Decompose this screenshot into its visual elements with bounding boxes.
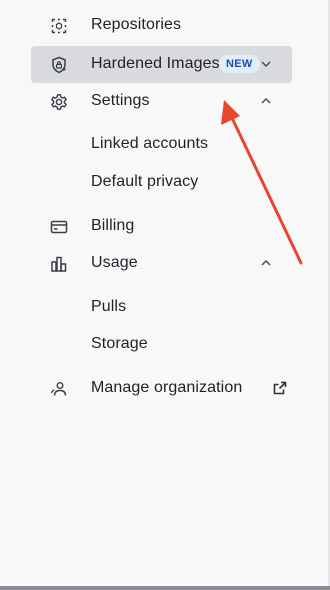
credit-card-icon <box>49 217 69 237</box>
sidebar-item-label: Pulls <box>91 298 127 315</box>
chevron-up-icon[interactable] <box>259 94 273 108</box>
sidebar-item-manage-organization[interactable]: Manage organization <box>31 370 292 407</box>
new-badge: NEW <box>219 55 260 73</box>
gear-icon <box>49 92 69 112</box>
sidebar-item-label: Settings <box>91 92 150 109</box>
chevron-down-icon[interactable] <box>259 57 273 71</box>
sidebar-item-billing[interactable]: Billing <box>31 208 292 245</box>
shield-lock-icon <box>49 55 69 75</box>
external-link-icon[interactable] <box>272 380 288 396</box>
sidebar-item-repositories[interactable]: Repositories <box>31 7 292 44</box>
users-icon <box>49 379 69 399</box>
sidebar-item-usage[interactable]: Usage <box>31 245 292 282</box>
repositories-icon <box>49 16 69 36</box>
chevron-up-icon[interactable] <box>259 256 273 270</box>
sidebar-item-hardened-images[interactable]: Hardened Images NEW <box>31 46 292 83</box>
sidebar-item-label: Storage <box>91 335 148 352</box>
sidebar-subitem-default-privacy[interactable]: Default privacy <box>31 164 292 201</box>
sidebar-item-label: Usage <box>91 254 138 271</box>
sidebar-item-label: Linked accounts <box>91 135 209 152</box>
sidebar-subitem-storage[interactable]: Storage <box>31 326 292 363</box>
sidebar-item-label: Repositories <box>91 16 182 33</box>
sidebar-item-label: Hardened Images <box>91 55 220 72</box>
sidebar-item-label: Default privacy <box>91 173 199 190</box>
bottom-scroll-bar <box>0 586 330 590</box>
bar-chart-icon <box>49 254 69 274</box>
sidebar-subitem-pulls[interactable]: Pulls <box>31 289 292 326</box>
sidebar-item-label: Manage organization <box>91 379 243 396</box>
sidebar-subitem-linked-accounts[interactable]: Linked accounts <box>31 126 292 163</box>
sidebar-item-label: Billing <box>91 217 135 234</box>
sidebar-item-settings[interactable]: Settings <box>31 83 292 120</box>
